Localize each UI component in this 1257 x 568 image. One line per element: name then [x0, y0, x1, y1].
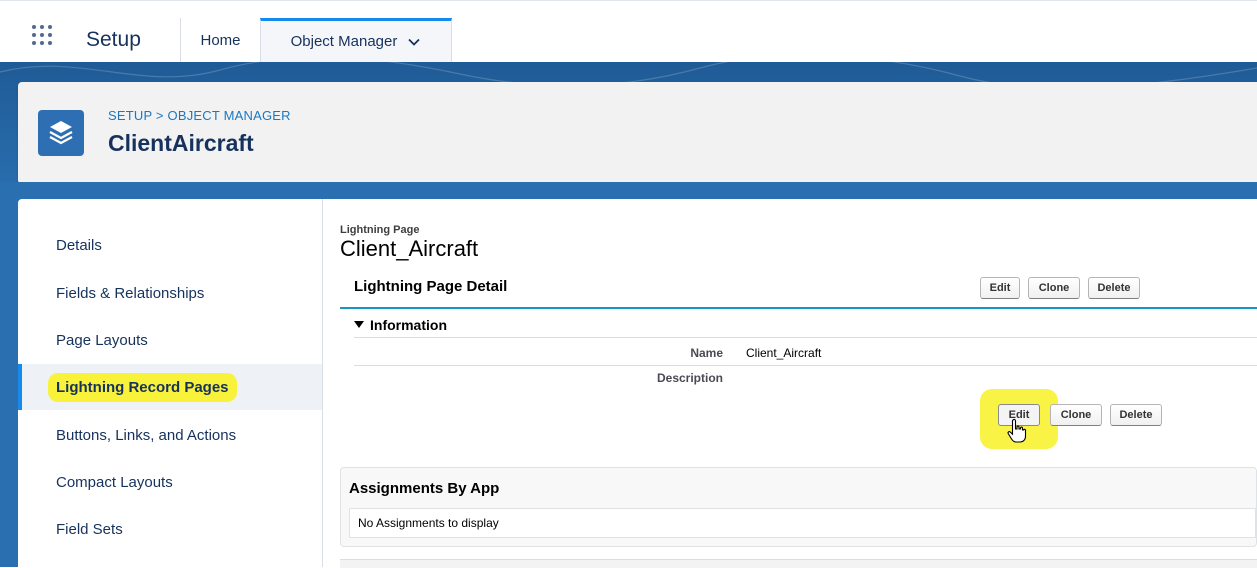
global-header: Setup Home Object Manager: [0, 0, 1257, 63]
lightning-page-content: Lightning Page Client_Aircraft Lightning…: [340, 199, 1257, 568]
sidebar-item-field-sets[interactable]: Field Sets: [18, 506, 322, 552]
section-divider: [354, 337, 1257, 338]
main-panel: Details Fields & Relationships Page Layo…: [18, 199, 1257, 568]
field-label-description: Description: [656, 371, 723, 385]
tab-object-manager[interactable]: Object Manager: [260, 18, 452, 62]
object-title: ClientAircraft: [108, 130, 254, 156]
sidebar-item-fields-relationships[interactable]: Fields & Relationships: [18, 270, 322, 316]
clone-button-bottom[interactable]: Clone: [1050, 404, 1102, 426]
edit-button-top[interactable]: Edit: [980, 277, 1020, 299]
clone-button-top[interactable]: Clone: [1028, 277, 1080, 299]
sidebar-item-buttons-links-actions[interactable]: Buttons, Links, and Actions: [18, 412, 322, 458]
header-top-divider: [0, 0, 1257, 1]
sidebar-item-label: Buttons, Links, and Actions: [56, 426, 237, 444]
object-stack-icon: [38, 110, 84, 156]
assignments-empty-message: No Assignments to display: [349, 508, 1256, 538]
object-sidebar: Details Fields & Relationships Page Layo…: [18, 199, 323, 567]
sidebar-item-page-layouts[interactable]: Page Layouts: [18, 317, 322, 363]
app-launcher-icon[interactable]: [32, 25, 56, 49]
page-title: Client_Aircraft: [340, 236, 479, 261]
assignments-panel: Assignments By App No Assignments to dis…: [340, 467, 1257, 547]
delete-button-top[interactable]: Delete: [1088, 277, 1140, 299]
field-value-name: Client_Aircraft: [746, 346, 822, 360]
sidebar-item-compact-layouts[interactable]: Compact Layouts: [18, 459, 322, 505]
sidebar-item-label: Compact Layouts: [56, 473, 173, 491]
field-label-name: Name: [690, 346, 723, 360]
sidebar-item-label: Lightning Record Pages: [48, 372, 237, 402]
breadcrumb[interactable]: SETUP > OBJECT MANAGER: [108, 108, 291, 123]
tab-object-manager-label: Object Manager: [290, 33, 398, 50]
app-name: Setup: [86, 28, 141, 51]
assignments-title: Assignments By App: [349, 480, 500, 497]
chevron-down-icon[interactable]: [407, 35, 421, 49]
detail-section-title: Lightning Page Detail: [354, 278, 508, 295]
sidebar-item-label: Field Sets: [56, 520, 123, 538]
field-divider: [354, 365, 1257, 366]
object-hero-banner: SETUP > OBJECT MANAGER ClientAircraft: [0, 62, 1257, 198]
tab-home-label: Home: [200, 31, 241, 49]
section-title: Information: [370, 317, 447, 333]
page-type-label: Lightning Page: [340, 224, 420, 236]
hand-pointer-cursor-icon: [1007, 418, 1027, 443]
tab-home[interactable]: Home: [180, 18, 260, 62]
object-header-card: SETUP > OBJECT MANAGER ClientAircraft: [18, 82, 1257, 184]
sidebar-item-details[interactable]: Details: [18, 222, 322, 268]
information-section-header[interactable]: Information: [354, 317, 447, 333]
delete-button-bottom[interactable]: Delete: [1110, 404, 1162, 426]
detail-divider: [340, 307, 1257, 309]
collapse-triangle-icon[interactable]: [354, 321, 364, 328]
sidebar-item-label: Details: [56, 236, 102, 254]
sidebar-item-label: Fields & Relationships: [56, 284, 205, 302]
sidebar-item-lightning-record-pages[interactable]: Lightning Record Pages: [18, 364, 322, 410]
sidebar-item-label: Page Layouts: [56, 331, 148, 349]
